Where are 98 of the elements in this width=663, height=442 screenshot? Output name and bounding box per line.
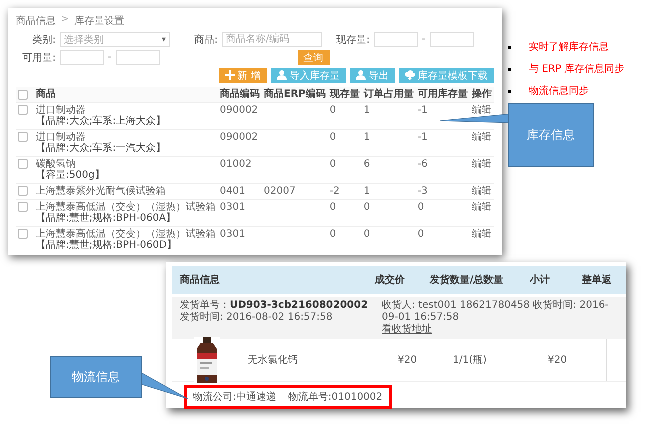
user-icon <box>276 70 287 81</box>
bullet-mark <box>508 46 511 48</box>
table-cell: 1 <box>364 105 370 116</box>
column-header: 商品编码 <box>218 87 262 102</box>
table-cell: 0301 <box>220 202 246 213</box>
column-header: 发货数量/总数量 <box>430 274 505 287</box>
filter-label: 可用量: <box>22 52 56 64</box>
column-header: 小计 <box>530 274 551 287</box>
table-cell: -1 <box>418 132 428 143</box>
product-spec: 【品牌:大众;车系:一汽大众】 <box>36 143 168 154</box>
table-cell: 0 <box>418 229 424 240</box>
max-field[interactable] <box>430 32 474 47</box>
table-cell: 02007 <box>264 186 296 197</box>
table-cell: 0 <box>330 229 336 240</box>
caret-icon: ▾ <box>162 35 166 44</box>
receiver-info: 收货人: test001 18621780458 收货时间: 2016-09-01 16:57:58 <box>382 300 610 324</box>
row-checkbox[interactable] <box>18 202 28 212</box>
product-name: 上海慧泰高低温（交变）（湿热）试验箱 <box>36 229 216 240</box>
product-spec: 【品牌:慧世;规格:BPH-060A】 <box>36 213 178 224</box>
select-all-checkbox[interactable] <box>18 90 28 100</box>
shipment-info: 发货单号：UD903-3cb21608020002 发货时间: 2016-08-02 16:57:58 <box>180 300 370 325</box>
table-cell: -2 <box>330 186 340 197</box>
column-header: 商品 <box>34 87 218 102</box>
filter-label: 类别: <box>32 34 56 46</box>
table-cell: 1 <box>364 132 370 143</box>
logistics-company: 物流公司:中通速递 <box>193 390 276 404</box>
bullet-text: 与 ERP 库存信息同步 <box>529 62 625 76</box>
table-cell: 0 <box>364 229 370 240</box>
table-cell: 1 <box>364 186 370 197</box>
edit-link[interactable]: 编辑 <box>472 202 492 213</box>
table-cell: 01002 <box>220 159 252 170</box>
table-cell: 0 <box>364 202 370 213</box>
column-header: 商品ERP编码 <box>262 87 328 102</box>
table-cell: 0 <box>330 202 336 213</box>
breadcrumb-separator: > <box>61 14 70 27</box>
table-cell: 090002 <box>220 105 258 116</box>
row-checkbox[interactable] <box>18 105 28 115</box>
row-checkbox[interactable] <box>18 229 28 239</box>
product-spec: 【容量:500g】 <box>36 170 106 181</box>
row-checkbox[interactable] <box>18 186 28 196</box>
min-field[interactable] <box>374 32 418 47</box>
product-name: 上海慧泰紫外光耐气候试验箱 <box>36 186 167 197</box>
edit-link[interactable]: 编辑 <box>472 105 492 116</box>
table-cell: -6 <box>418 159 428 170</box>
column-header: 可用库存量 <box>416 87 470 102</box>
range-dash: - <box>422 34 426 45</box>
price-text: ¥20 <box>398 354 418 366</box>
cloud-download-icon <box>404 70 415 81</box>
bullet-text: 实时了解库存信息 <box>529 40 609 54</box>
product-name: 进口制动器 <box>36 132 87 143</box>
edit-link[interactable]: 编辑 <box>472 132 492 143</box>
plus-icon <box>224 70 235 81</box>
column-header: 整单返 <box>582 274 613 287</box>
address-link[interactable]: 看收货地址 <box>382 324 432 335</box>
category-select[interactable]: 选择类别 ▾ <box>60 32 170 47</box>
bullet-mark <box>508 68 511 70</box>
table-cell: 0401 <box>220 186 246 197</box>
product-name: 上海慧泰高低温（交变）（湿热）试验箱 <box>36 202 216 213</box>
breadcrumb-link[interactable]: 库存量设置 <box>74 14 124 28</box>
edit-link[interactable]: 编辑 <box>472 186 492 197</box>
table-cell: -3 <box>418 186 428 197</box>
edit-link[interactable]: 编辑 <box>472 229 492 240</box>
table-cell: 0301 <box>220 229 246 240</box>
bullet-mark <box>508 90 511 92</box>
row-checkbox[interactable] <box>18 159 28 169</box>
table-cell: 6 <box>364 159 370 170</box>
max-field[interactable] <box>116 50 160 65</box>
filter-label: 现存量: <box>336 34 370 46</box>
filter-label: 商品: <box>194 34 218 46</box>
column-header: 成交价 <box>375 273 406 287</box>
table-cell: 0 <box>330 132 336 143</box>
column-header: 订单占用量 <box>362 87 416 102</box>
row-checkbox[interactable] <box>18 132 28 142</box>
product-spec: 【品牌:慧世;规格:BPH-060D】 <box>36 240 178 251</box>
table-cell: -1 <box>418 105 428 116</box>
product-spec: 【品牌:大众;车系:上海大众】 <box>36 116 168 127</box>
range-dash: - <box>108 52 112 63</box>
product-name: 进口制动器 <box>36 105 87 116</box>
tracking-number: 物流单号:01010002 <box>288 390 383 404</box>
edit-link[interactable]: 编辑 <box>472 159 492 170</box>
bullet-text: 物流信息同步 <box>529 84 589 98</box>
product-name: 碳酸氢钠 <box>36 159 77 170</box>
min-field[interactable] <box>60 50 104 65</box>
quantity-text: 1/1(瓶) <box>453 354 488 367</box>
column-header: 现存量 <box>328 87 362 102</box>
product-name: 无水氯化钙 <box>248 354 299 367</box>
product-search-field[interactable]: 商品名称/编码 <box>222 32 322 47</box>
breadcrumb-link[interactable]: 商品信息 <box>16 14 56 28</box>
callout: 库存信息 <box>508 103 594 167</box>
subtotal-text: ¥20 <box>548 354 568 366</box>
callout-pointer <box>140 372 188 400</box>
user-icon <box>356 70 366 81</box>
table-cell: 0 <box>418 202 424 213</box>
table-cell: 090002 <box>220 132 258 143</box>
table-cell: 0 <box>330 105 336 116</box>
column-header: 操作 <box>470 87 494 102</box>
column-header: 商品信息 <box>180 273 221 287</box>
table-cell: 0 <box>330 159 336 170</box>
